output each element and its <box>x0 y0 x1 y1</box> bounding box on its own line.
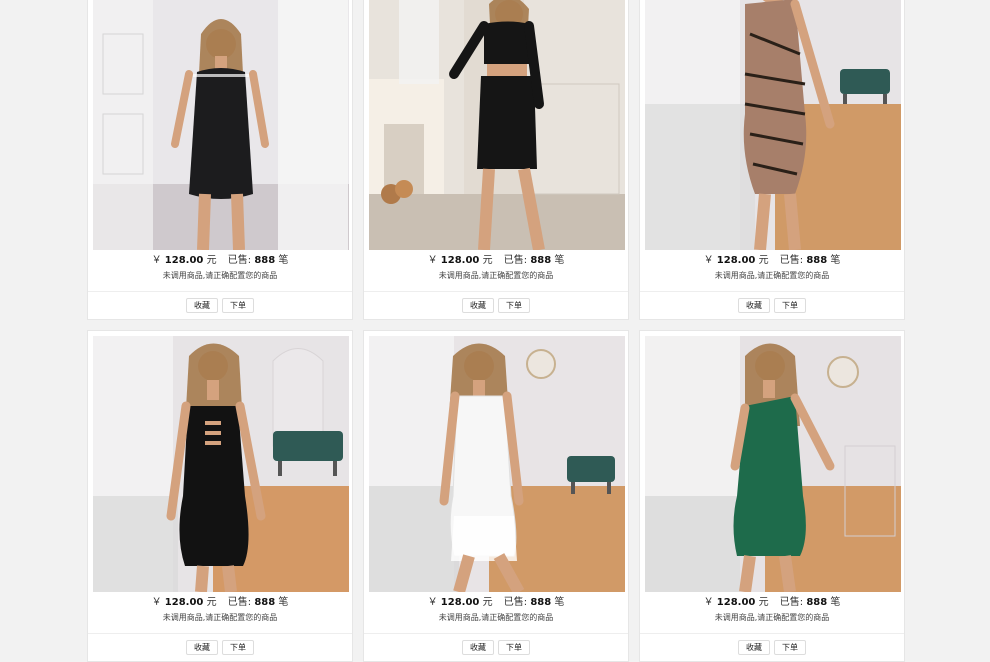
dress-model-image <box>93 0 349 250</box>
product-photo[interactable] <box>93 336 349 592</box>
card-actions: 收藏 下单 <box>640 298 904 313</box>
dress-model-image <box>645 336 901 592</box>
product-photo[interactable] <box>645 336 901 592</box>
favorite-button[interactable]: 收藏 <box>738 298 770 313</box>
card-divider <box>364 291 628 292</box>
order-button[interactable]: 下单 <box>774 298 806 313</box>
card-actions: 收藏 下单 <box>88 298 352 313</box>
order-button[interactable]: 下单 <box>498 640 530 655</box>
price-line: ￥ 128.00 元 已售: 888 笔 <box>640 252 904 269</box>
card-divider <box>640 291 904 292</box>
sold-label: 已售: <box>779 255 804 266</box>
currency-symbol: ￥ <box>703 597 714 608</box>
order-button[interactable]: 下单 <box>222 640 254 655</box>
price-line: ￥ 128.00 元 已售: 888 笔 <box>88 594 352 611</box>
order-button[interactable]: 下单 <box>498 298 530 313</box>
dress-model-image <box>369 336 625 592</box>
favorite-button[interactable]: 收藏 <box>738 640 770 655</box>
sold-count: 888 <box>806 597 828 608</box>
sold-count: 888 <box>530 597 552 608</box>
favorite-button[interactable]: 收藏 <box>462 298 494 313</box>
card-actions: 收藏 下单 <box>640 640 904 655</box>
product-card: ￥ 128.00 元 已售: 888 笔 未调用商品,请正确配置您的商品 收藏 … <box>639 330 905 662</box>
product-info: ￥ 128.00 元 已售: 888 笔 未调用商品,请正确配置您的商品 <box>364 594 628 625</box>
price-value: 128.00 <box>440 597 480 608</box>
price-value: 128.00 <box>164 255 204 266</box>
price-line: ￥ 128.00 元 已售: 888 笔 <box>364 594 628 611</box>
product-card: ￥ 128.00 元 已售: 888 笔 未调用商品,请正确配置您的商品 收藏 … <box>87 330 353 662</box>
product-card: ￥ 128.00 元 已售: 888 笔 未调用商品,请正确配置您的商品 收藏 … <box>363 0 629 320</box>
product-note: 未调用商品,请正确配置您的商品 <box>438 271 554 280</box>
product-note: 未调用商品,请正确配置您的商品 <box>714 613 830 622</box>
favorite-button[interactable]: 收藏 <box>186 298 218 313</box>
currency-symbol: ￥ <box>427 597 438 608</box>
favorite-button[interactable]: 收藏 <box>462 640 494 655</box>
dress-model-image <box>369 0 625 250</box>
price-unit: 元 <box>482 255 493 266</box>
price-value: 128.00 <box>440 255 480 266</box>
sold-label: 已售: <box>779 597 804 608</box>
sold-label: 已售: <box>503 255 528 266</box>
price-unit: 元 <box>206 255 217 266</box>
sold-count: 888 <box>530 255 552 266</box>
currency-symbol: ￥ <box>151 255 162 266</box>
price-line: ￥ 128.00 元 已售: 888 笔 <box>88 252 352 269</box>
sold-unit: 笔 <box>278 255 289 266</box>
currency-symbol: ￥ <box>151 597 162 608</box>
price-unit: 元 <box>758 597 769 608</box>
order-button[interactable]: 下单 <box>222 298 254 313</box>
card-actions: 收藏 下单 <box>364 298 628 313</box>
product-photo[interactable] <box>369 0 625 250</box>
price-unit: 元 <box>206 597 217 608</box>
product-info: ￥ 128.00 元 已售: 888 笔 未调用商品,请正确配置您的商品 <box>640 594 904 625</box>
dress-model-image <box>93 336 349 592</box>
product-note: 未调用商品,请正确配置您的商品 <box>438 613 554 622</box>
product-card: ￥ 128.00 元 已售: 888 笔 未调用商品,请正确配置您的商品 收藏 … <box>363 330 629 662</box>
product-note: 未调用商品,请正确配置您的商品 <box>162 613 278 622</box>
product-photo[interactable] <box>645 0 901 250</box>
sold-unit: 笔 <box>830 255 841 266</box>
sold-label: 已售: <box>503 597 528 608</box>
currency-symbol: ￥ <box>703 255 714 266</box>
card-divider <box>88 291 352 292</box>
product-info: ￥ 128.00 元 已售: 888 笔 未调用商品,请正确配置您的商品 <box>640 252 904 283</box>
sold-count: 888 <box>254 597 276 608</box>
product-info: ￥ 128.00 元 已售: 888 笔 未调用商品,请正确配置您的商品 <box>88 594 352 625</box>
currency-symbol: ￥ <box>427 255 438 266</box>
card-actions: 收藏 下单 <box>88 640 352 655</box>
product-card: ￥ 128.00 元 已售: 888 笔 未调用商品,请正确配置您的商品 收藏 … <box>639 0 905 320</box>
sold-unit: 笔 <box>554 597 565 608</box>
price-unit: 元 <box>482 597 493 608</box>
price-unit: 元 <box>758 255 769 266</box>
product-info: ￥ 128.00 元 已售: 888 笔 未调用商品,请正确配置您的商品 <box>364 252 628 283</box>
sold-count: 888 <box>806 255 828 266</box>
card-divider <box>640 633 904 634</box>
product-note: 未调用商品,请正确配置您的商品 <box>162 271 278 280</box>
price-value: 128.00 <box>716 597 756 608</box>
product-info: ￥ 128.00 元 已售: 888 笔 未调用商品,请正确配置您的商品 <box>88 252 352 283</box>
price-value: 128.00 <box>716 255 756 266</box>
product-card: ￥ 128.00 元 已售: 888 笔 未调用商品,请正确配置您的商品 收藏 … <box>87 0 353 320</box>
card-divider <box>364 633 628 634</box>
sold-unit: 笔 <box>278 597 289 608</box>
product-photo[interactable] <box>93 0 349 250</box>
sold-unit: 笔 <box>554 255 565 266</box>
sold-count: 888 <box>254 255 276 266</box>
product-note: 未调用商品,请正确配置您的商品 <box>714 271 830 280</box>
sold-label: 已售: <box>227 255 252 266</box>
card-actions: 收藏 下单 <box>364 640 628 655</box>
dress-model-image <box>645 0 901 250</box>
card-divider <box>88 633 352 634</box>
price-line: ￥ 128.00 元 已售: 888 笔 <box>640 594 904 611</box>
price-value: 128.00 <box>164 597 204 608</box>
product-photo[interactable] <box>369 336 625 592</box>
sold-unit: 笔 <box>830 597 841 608</box>
product-grid: ￥ 128.00 元 已售: 888 笔 未调用商品,请正确配置您的商品 收藏 … <box>87 0 905 662</box>
favorite-button[interactable]: 收藏 <box>186 640 218 655</box>
order-button[interactable]: 下单 <box>774 640 806 655</box>
price-line: ￥ 128.00 元 已售: 888 笔 <box>364 252 628 269</box>
sold-label: 已售: <box>227 597 252 608</box>
